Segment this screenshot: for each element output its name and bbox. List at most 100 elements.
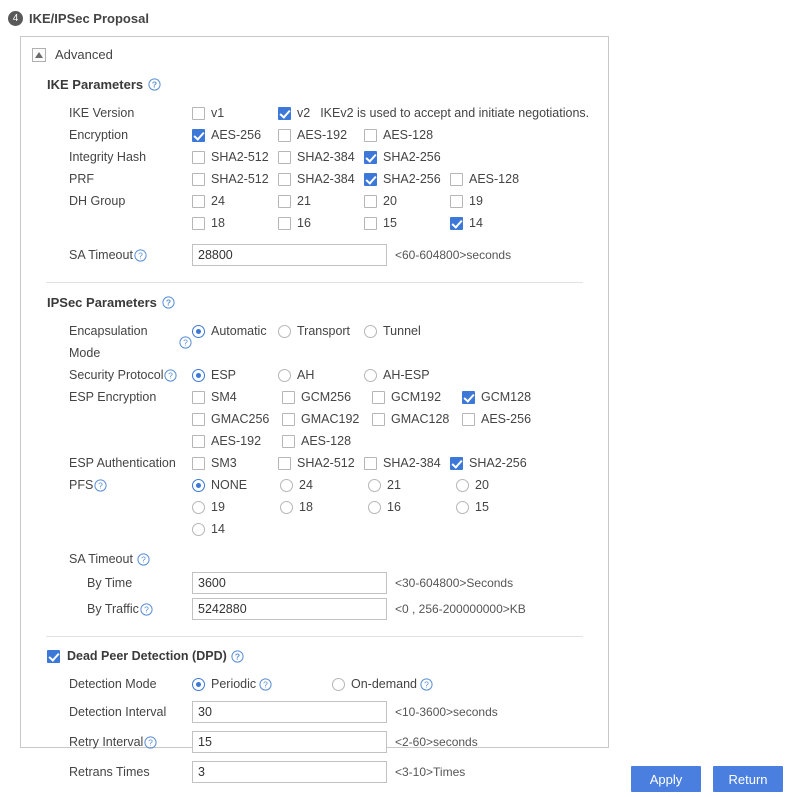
radio-option-esp[interactable]: ESP [192, 364, 278, 386]
checkbox-icon[interactable] [364, 151, 377, 164]
radio-option-pfs-none[interactable]: NONE [192, 474, 280, 496]
checkbox-icon[interactable] [364, 173, 377, 186]
checkbox-icon[interactable] [192, 173, 205, 186]
question-mark-icon[interactable]: ? [94, 479, 107, 492]
checkbox-option-esp-aes-256[interactable]: AES-256 [462, 408, 552, 430]
dpd-enable-checkbox-row[interactable]: Dead Peer Detection (DPD) ? [47, 649, 608, 663]
question-mark-icon[interactable]: ? [231, 650, 244, 663]
checkbox-icon[interactable] [192, 435, 205, 448]
checkbox-icon[interactable] [278, 129, 291, 142]
checkbox-option-dh-24[interactable]: 24 [192, 190, 278, 212]
checkbox-icon[interactable] [282, 435, 295, 448]
radio-icon[interactable] [364, 325, 377, 338]
checkbox-option-sm3[interactable]: SM3 [192, 452, 278, 474]
question-mark-icon[interactable]: ? [259, 678, 272, 691]
checkbox-option-prf-sha2-384[interactable]: SHA2-384 [278, 168, 364, 190]
radio-option-pfs-18[interactable]: 18 [280, 496, 368, 518]
radio-icon[interactable] [368, 479, 381, 492]
checkbox-icon[interactable] [282, 413, 295, 426]
checkbox-option-integrity-sha2-256[interactable]: SHA2-256 [364, 146, 450, 168]
radio-icon[interactable] [456, 501, 469, 514]
checkbox-icon[interactable] [278, 457, 291, 470]
checkbox-option-gcm256[interactable]: GCM256 [282, 386, 372, 408]
checkbox-option-dh-20[interactable]: 20 [364, 190, 450, 212]
checkbox-icon[interactable] [450, 173, 463, 186]
checkbox-option-dh-21[interactable]: 21 [278, 190, 364, 212]
question-mark-icon[interactable]: ? [134, 249, 147, 262]
checkbox-option-dh-16[interactable]: 16 [278, 212, 364, 234]
radio-icon[interactable] [368, 501, 381, 514]
radio-icon[interactable] [280, 479, 293, 492]
triangle-up-icon[interactable] [32, 48, 46, 62]
checkbox-option-v2[interactable]: v2 IKEv2 is used to accept and initiate … [278, 102, 589, 124]
return-button[interactable]: Return [713, 766, 783, 792]
question-mark-icon[interactable]: ? [162, 296, 175, 309]
checkbox-icon[interactable] [450, 457, 463, 470]
question-mark-icon[interactable]: ? [140, 603, 153, 616]
checkbox-option-integrity-sha2-512[interactable]: SHA2-512 [192, 146, 278, 168]
radio-icon[interactable] [192, 678, 205, 691]
checkbox-option-esp-aes-192[interactable]: AES-192 [192, 430, 282, 452]
checkbox-option-aes-256[interactable]: AES-256 [192, 124, 278, 146]
checkbox-icon[interactable] [462, 413, 475, 426]
advanced-section-header[interactable]: Advanced [21, 37, 608, 65]
checkbox-icon[interactable] [278, 217, 291, 230]
radio-icon[interactable] [278, 325, 291, 338]
question-mark-icon[interactable]: ? [420, 678, 433, 691]
ike-sa-timeout-input[interactable] [192, 244, 387, 266]
radio-option-on-demand[interactable]: On-demand ? [332, 673, 433, 695]
sa-by-time-input[interactable] [192, 572, 387, 594]
checkbox-icon[interactable] [47, 650, 60, 663]
checkbox-option-v1[interactable]: v1 [192, 102, 278, 124]
checkbox-option-dh-18[interactable]: 18 [192, 212, 278, 234]
checkbox-icon[interactable] [364, 457, 377, 470]
checkbox-icon[interactable] [192, 457, 205, 470]
radio-option-pfs-19[interactable]: 19 [192, 496, 280, 518]
checkbox-option-prf-sha2-512[interactable]: SHA2-512 [192, 168, 278, 190]
checkbox-option-prf-aes-128[interactable]: AES-128 [450, 168, 536, 190]
radio-option-pfs-15[interactable]: 15 [456, 496, 544, 518]
checkbox-option-esp-auth-sha2-384[interactable]: SHA2-384 [364, 452, 450, 474]
checkbox-icon[interactable] [282, 391, 295, 404]
checkbox-icon[interactable] [450, 217, 463, 230]
checkbox-option-integrity-sha2-384[interactable]: SHA2-384 [278, 146, 364, 168]
checkbox-option-aes-128[interactable]: AES-128 [364, 124, 450, 146]
checkbox-icon[interactable] [278, 107, 291, 120]
checkbox-option-esp-aes-128[interactable]: AES-128 [282, 430, 372, 452]
radio-option-pfs-24[interactable]: 24 [280, 474, 368, 496]
checkbox-icon[interactable] [372, 413, 385, 426]
radio-option-pfs-20[interactable]: 20 [456, 474, 544, 496]
radio-icon[interactable] [364, 369, 377, 382]
checkbox-icon[interactable] [364, 217, 377, 230]
radio-icon[interactable] [192, 523, 205, 536]
radio-option-periodic[interactable]: Periodic ? [192, 673, 332, 695]
radio-icon[interactable] [332, 678, 345, 691]
apply-button[interactable]: Apply [631, 766, 701, 792]
sa-by-traffic-input[interactable] [192, 598, 387, 620]
question-mark-icon[interactable]: ? [179, 336, 192, 349]
radio-icon[interactable] [192, 325, 205, 338]
checkbox-icon[interactable] [192, 217, 205, 230]
checkbox-option-sm4[interactable]: SM4 [192, 386, 282, 408]
radio-icon[interactable] [456, 479, 469, 492]
checkbox-icon[interactable] [278, 173, 291, 186]
checkbox-option-dh-15[interactable]: 15 [364, 212, 450, 234]
retry-interval-input[interactable] [192, 731, 387, 753]
radio-option-ah[interactable]: AH [278, 364, 364, 386]
checkbox-icon[interactable] [372, 391, 385, 404]
checkbox-option-esp-auth-sha2-256[interactable]: SHA2-256 [450, 452, 536, 474]
question-mark-icon[interactable]: ? [164, 369, 177, 382]
radio-icon[interactable] [278, 369, 291, 382]
checkbox-option-gmac128[interactable]: GMAC128 [372, 408, 462, 430]
checkbox-icon[interactable] [192, 413, 205, 426]
radio-option-pfs-16[interactable]: 16 [368, 496, 456, 518]
radio-icon[interactable] [280, 501, 293, 514]
checkbox-icon[interactable] [278, 151, 291, 164]
question-mark-icon[interactable]: ? [144, 736, 157, 749]
checkbox-option-dh-19[interactable]: 19 [450, 190, 536, 212]
checkbox-option-dh-14[interactable]: 14 [450, 212, 536, 234]
checkbox-option-gmac192[interactable]: GMAC192 [282, 408, 372, 430]
radio-option-transport[interactable]: Transport [278, 320, 364, 342]
checkbox-option-gmac256[interactable]: GMAC256 [192, 408, 282, 430]
question-mark-icon[interactable]: ? [148, 78, 161, 91]
